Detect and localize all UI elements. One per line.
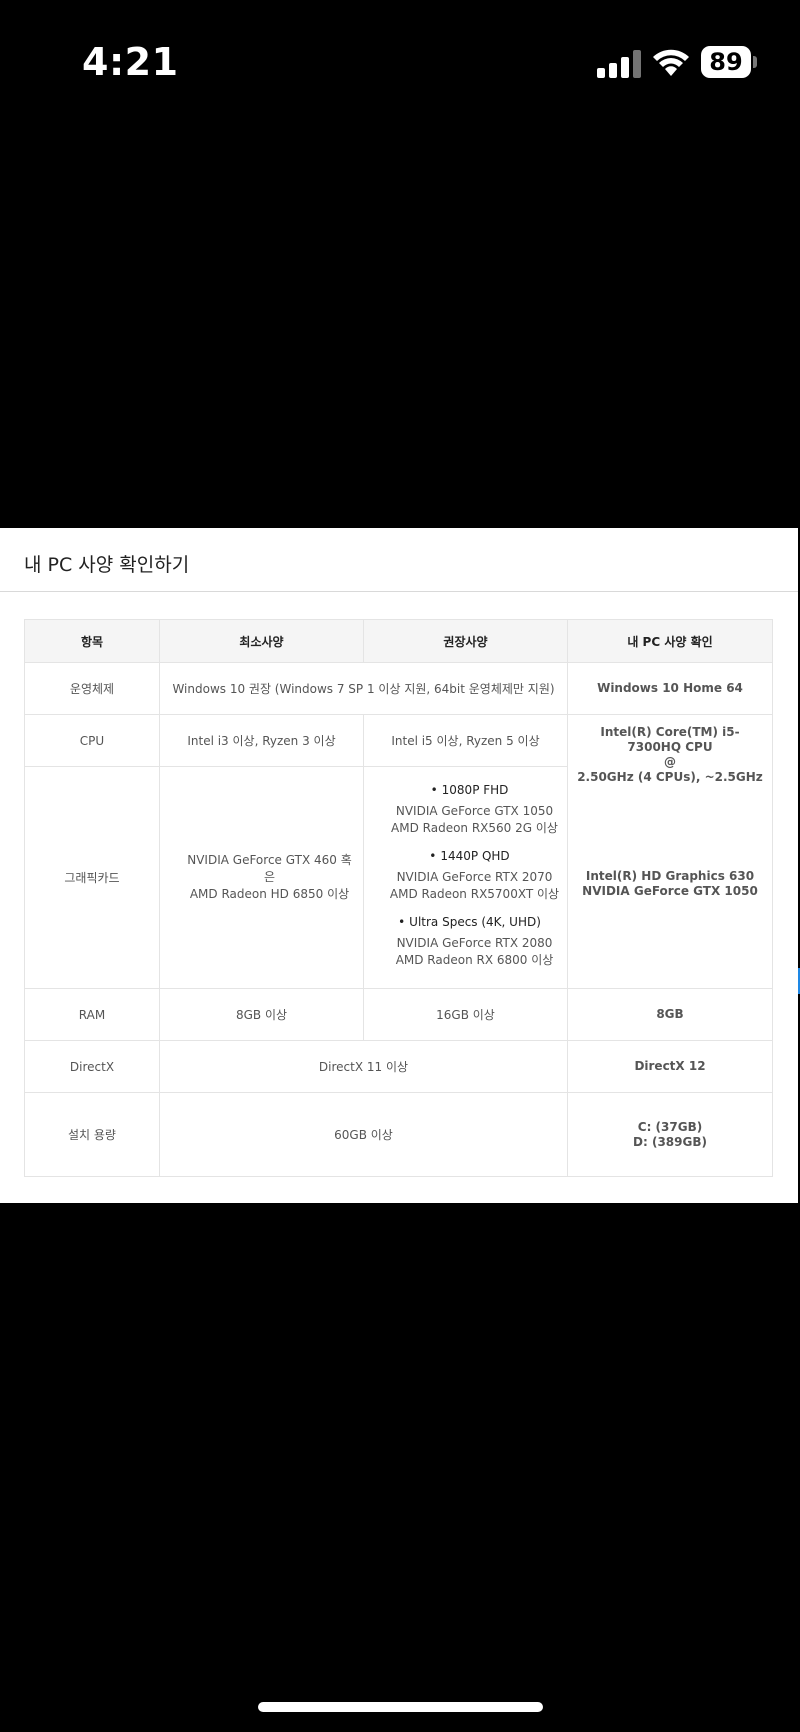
gpu-minimum-line: AMD Radeon HD 6850 이상 — [189, 887, 350, 901]
gpu-group-line: AMD Radeon RX560 2G 이상 — [391, 820, 558, 835]
gpu-group-line: AMD Radeon RX5700XT 이상 — [389, 886, 560, 901]
status-time: 4:21 — [82, 40, 179, 84]
wifi-icon — [651, 46, 691, 78]
gpu-group-line: AMD Radeon RX 6800 이상 — [395, 952, 554, 967]
my-directx: DirectX 12 — [567, 1040, 773, 1093]
table-row-os: 운영체제 Windows 10 권장 (Windows 7 SP 1 이상 지원… — [24, 662, 773, 715]
table-row-cpu: CPU Intel i3 이상, Ryzen 3 이상 Intel i5 이상,… — [24, 714, 773, 989]
gpu-recommended: 1080P FHD NVIDIA GeForce GTX 1050 AMD Ra… — [363, 766, 568, 989]
row-label-cpu: CPU — [24, 714, 160, 767]
pc-spec-panel: 내 PC 사양 확인하기 항목 최소사양 권장사양 내 PC 사양 확인 운영체… — [0, 528, 798, 1203]
gpu-group-uhd: Ultra Specs (4K, UHD) NVIDIA GeForce RTX… — [378, 915, 561, 969]
my-gpu: Intel(R) HD Graphics 630 NVIDIA GeForce … — [574, 785, 766, 899]
gpu-minimum-line: NVIDIA GeForce GTX 460 혹은 — [187, 853, 352, 884]
gpu-group-title: 1440P QHD — [378, 849, 561, 863]
my-gpu-line: NVIDIA GeForce GTX 1050 — [582, 884, 758, 898]
table-row-ram: RAM 8GB 이상 16GB 이상 8GB — [24, 988, 773, 1041]
header-recommended: 권장사양 — [363, 619, 568, 663]
my-cpu-line: @ — [664, 755, 676, 769]
table-row-directx: DirectX DirectX 11 이상 DirectX 12 — [24, 1040, 773, 1093]
directx-requirement: DirectX 11 이상 — [159, 1040, 568, 1093]
cellular-signal-icon — [597, 50, 641, 78]
my-storage: C: (37GB) D: (389GB) — [567, 1092, 773, 1177]
header-minimum: 최소사양 — [159, 619, 364, 663]
divider — [0, 591, 798, 592]
ram-recommended: 16GB 이상 — [363, 988, 568, 1041]
cpu-minimum: Intel i3 이상, Ryzen 3 이상 — [159, 714, 364, 767]
table-header-row: 항목 최소사양 권장사양 내 PC 사양 확인 — [24, 619, 773, 663]
my-gpu-line: Intel(R) HD Graphics 630 — [585, 869, 755, 883]
gpu-minimum: NVIDIA GeForce GTX 460 혹은 AMD Radeon HD … — [159, 766, 364, 989]
gpu-group-qhd: 1440P QHD NVIDIA GeForce RTX 2070 AMD Ra… — [378, 849, 561, 903]
my-cpu: Intel(R) Core(TM) i5-7300HQ CPU @ 2.50GH… — [574, 715, 766, 785]
row-label-os: 운영체제 — [24, 662, 160, 715]
battery-icon: 89 — [701, 46, 757, 78]
battery-level: 89 — [701, 46, 751, 78]
my-ram: 8GB — [567, 988, 773, 1041]
table-row-storage: 설치 용량 60GB 이상 C: (37GB) D: (389GB) — [24, 1092, 773, 1177]
header-my-pc: 내 PC 사양 확인 — [567, 619, 773, 663]
gpu-group-line: NVIDIA GeForce GTX 1050 — [395, 803, 554, 818]
gpu-group-title: Ultra Specs (4K, UHD) — [378, 915, 561, 929]
my-storage-line: D: (389GB) — [633, 1134, 707, 1149]
storage-requirement: 60GB 이상 — [159, 1092, 568, 1177]
gpu-group-line: NVIDIA GeForce RTX 2070 — [396, 869, 553, 884]
my-os: Windows 10 Home 64 — [567, 662, 773, 715]
cpu-recommended: Intel i5 이상, Ryzen 5 이상 — [363, 714, 568, 767]
row-label-gpu: 그래픽카드 — [24, 766, 160, 989]
my-cpu-gpu-cell: Intel(R) Core(TM) i5-7300HQ CPU @ 2.50GH… — [567, 714, 773, 989]
my-cpu-line: 2.50GHz (4 CPUs), ~2.5GHz — [577, 770, 763, 784]
ram-minimum: 8GB 이상 — [159, 988, 364, 1041]
gpu-group-line: NVIDIA GeForce RTX 2080 — [396, 935, 553, 950]
os-requirement: Windows 10 권장 (Windows 7 SP 1 이상 지원, 64b… — [159, 662, 568, 715]
my-cpu-line: Intel(R) Core(TM) i5-7300HQ CPU — [600, 725, 740, 754]
row-label-storage: 설치 용량 — [24, 1092, 160, 1177]
home-indicator[interactable] — [258, 1702, 543, 1712]
gpu-group-title: 1080P FHD — [378, 783, 561, 797]
status-bar: 4:21 89 — [0, 0, 800, 130]
panel-title: 내 PC 사양 확인하기 — [24, 554, 190, 576]
gpu-group-fhd: 1080P FHD NVIDIA GeForce GTX 1050 AMD Ra… — [378, 783, 561, 837]
header-item: 항목 — [24, 619, 160, 663]
spec-table: 항목 최소사양 권장사양 내 PC 사양 확인 운영체제 Windows 10 … — [24, 619, 773, 1177]
row-label-directx: DirectX — [24, 1040, 160, 1093]
row-label-ram: RAM — [24, 988, 160, 1041]
my-storage-line: C: (37GB) — [637, 1119, 703, 1134]
